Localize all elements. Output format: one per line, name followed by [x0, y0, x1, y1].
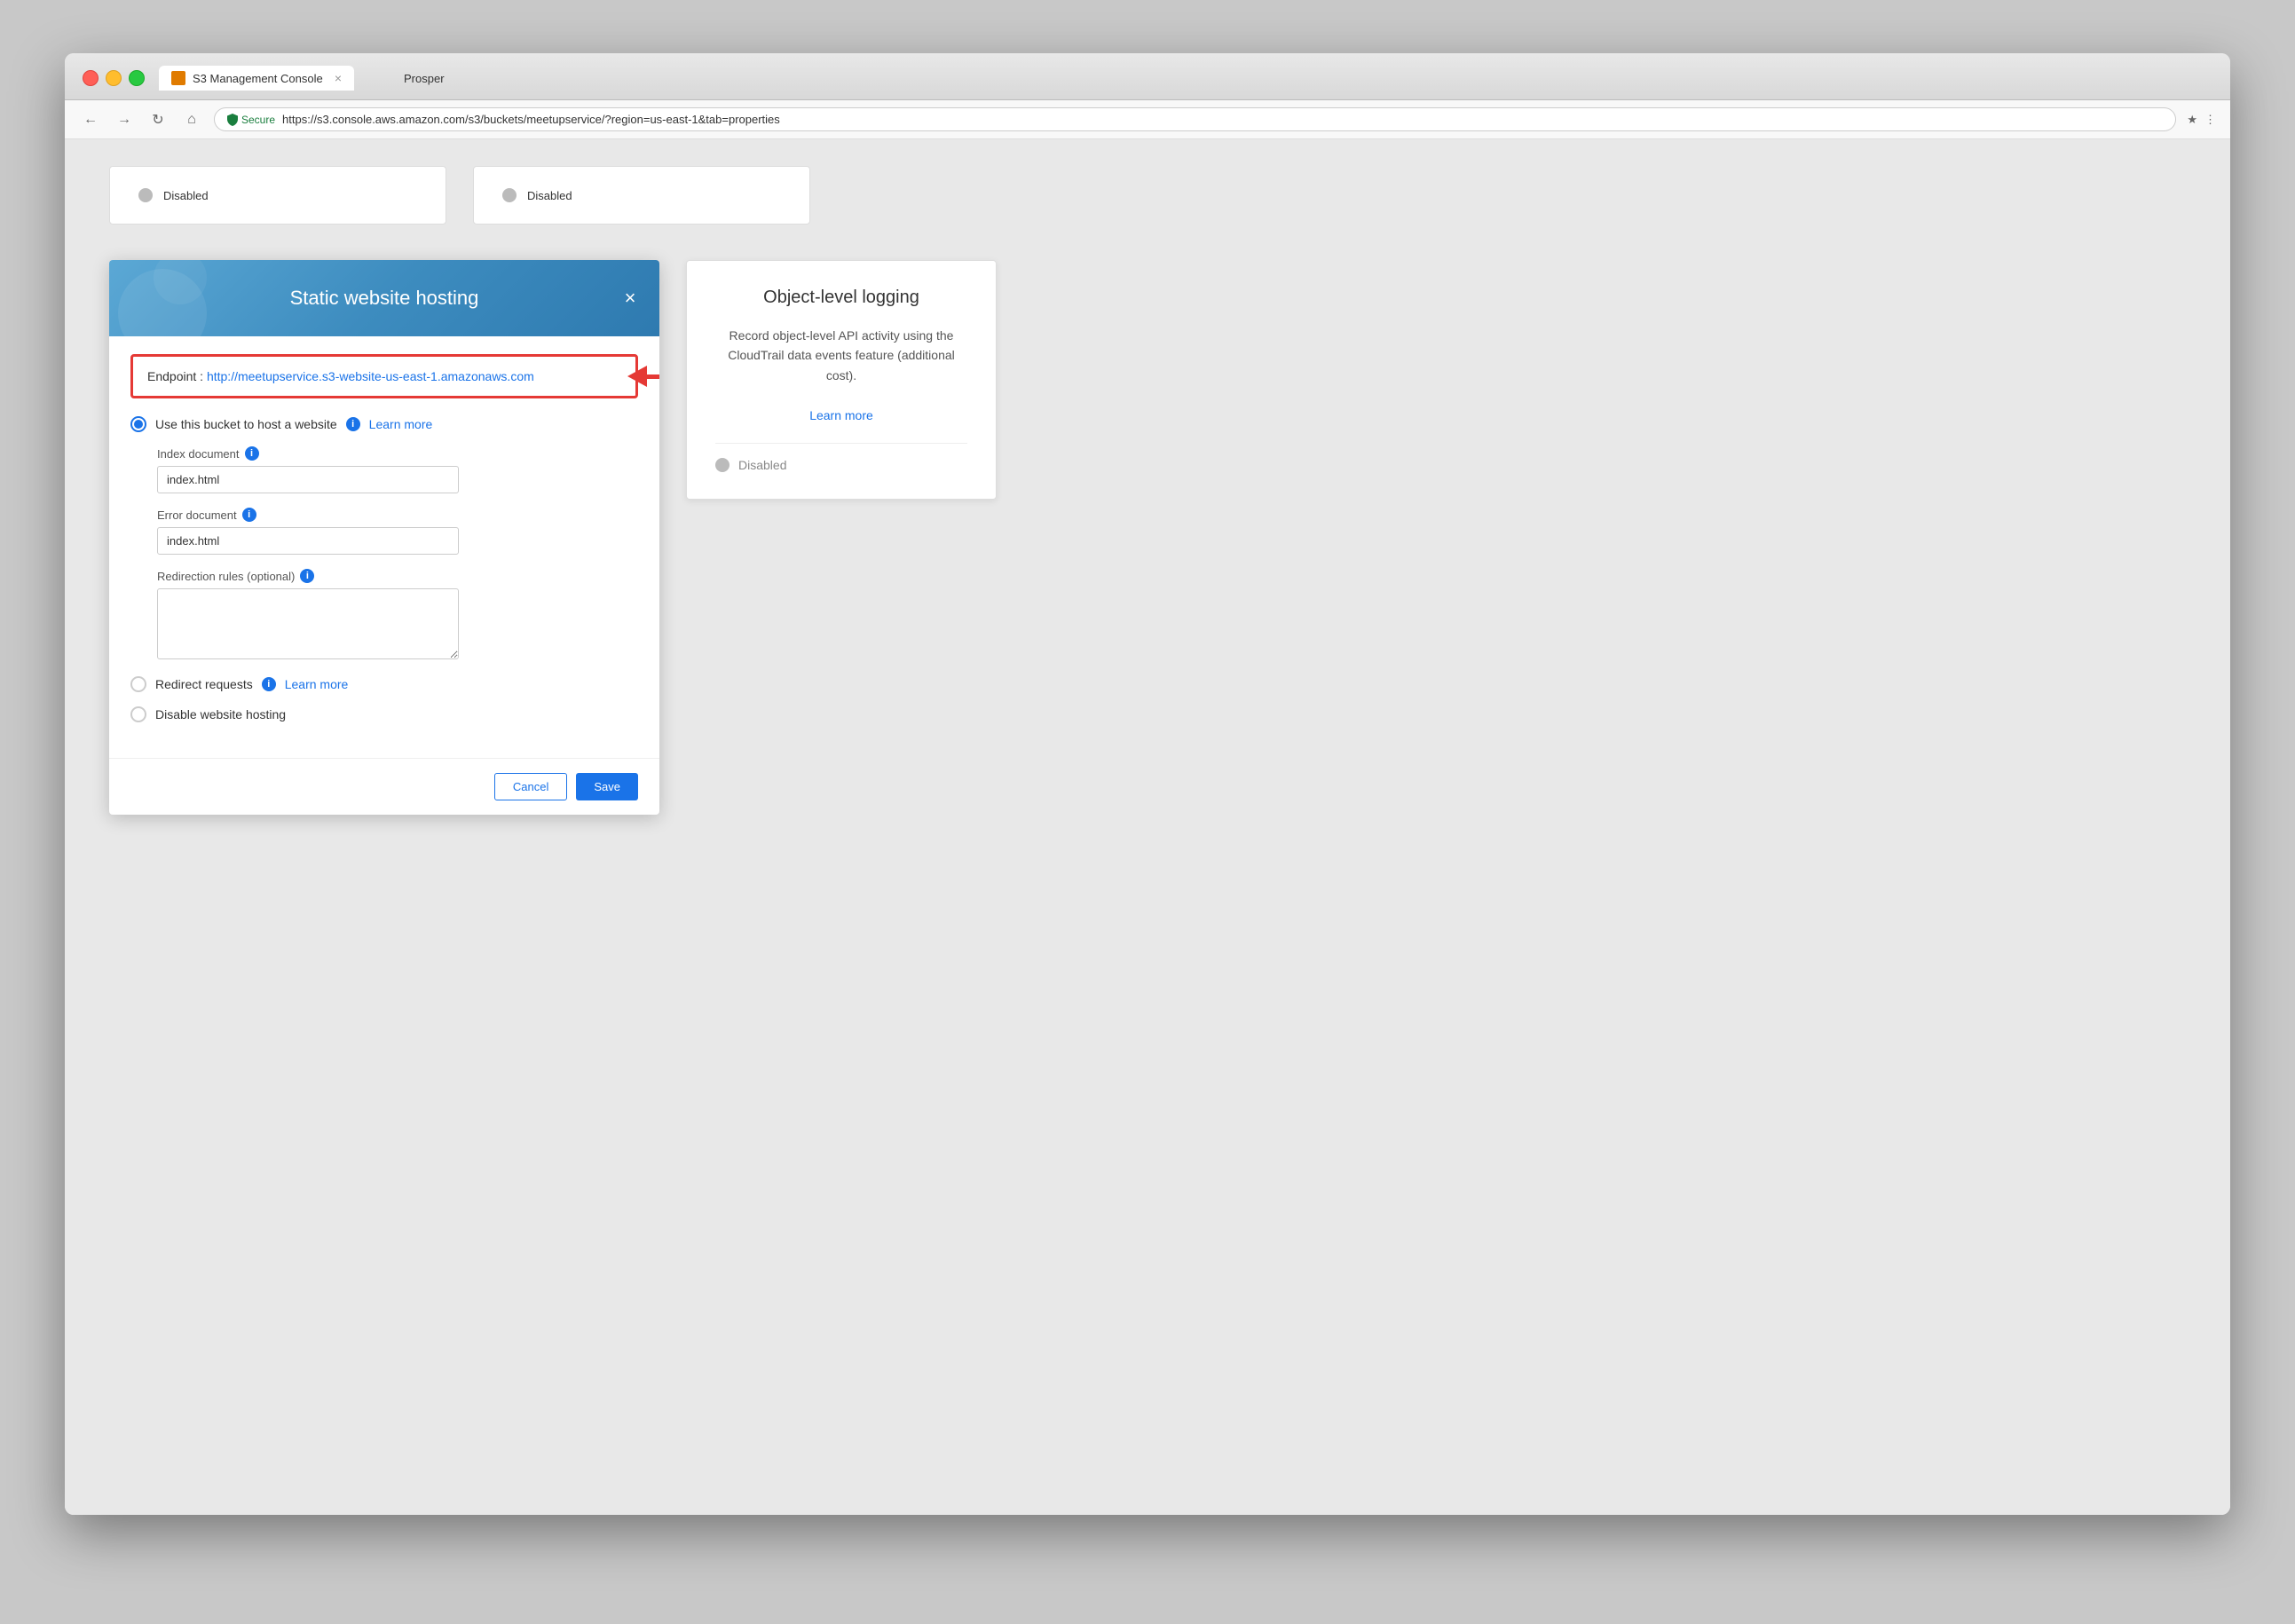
save-button[interactable]: Save — [576, 773, 638, 800]
user-name: Prosper — [404, 72, 445, 85]
disable-hosting-option[interactable]: Disable website hosting — [130, 706, 638, 722]
redirect-requests-info-icon[interactable]: i — [262, 677, 276, 691]
hosting-modal: Static website hosting × Endpoint : http… — [109, 260, 659, 815]
index-doc-field: Index document i — [130, 446, 638, 493]
arrow-annotation — [627, 366, 659, 387]
reload-button[interactable]: ↻ — [146, 108, 170, 131]
logging-card: Object-level logging Record object-level… — [686, 260, 997, 500]
disabled-label-2: Disabled — [527, 189, 572, 202]
disabled-card-1: Disabled — [109, 166, 446, 225]
error-doc-input[interactable] — [157, 527, 459, 555]
modal-body: Endpoint : http://meetupservice.s3-websi… — [109, 336, 659, 758]
redirect-rules-label: Redirection rules (optional) i — [157, 569, 638, 583]
redirect-rules-info-icon[interactable]: i — [300, 569, 314, 583]
redirect-rules-textarea[interactable] — [157, 588, 459, 659]
top-cards-row: Disabled Disabled — [109, 166, 2186, 225]
navigation-bar: ← → ↻ ⌂ Secure https://s3.console.aws.am… — [65, 100, 2230, 139]
endpoint-box: Endpoint : http://meetupservice.s3-websi… — [130, 354, 638, 398]
browser-tab[interactable]: S3 Management Console × — [159, 66, 354, 91]
error-doc-field: Error document i — [130, 508, 638, 555]
forward-button[interactable]: → — [113, 108, 136, 131]
endpoint-link[interactable]: http://meetupservice.s3-website-us-east-… — [207, 369, 534, 383]
home-button[interactable]: ⌂ — [180, 108, 203, 131]
browser-content: Disabled Disabled Static website hosting… — [65, 139, 2230, 1515]
error-doc-label: Error document i — [157, 508, 638, 522]
url-text: https://s3.console.aws.amazon.com/s3/buc… — [282, 113, 780, 126]
logging-learn-more-link[interactable]: Learn more — [809, 408, 873, 422]
redirect-requests-label: Redirect requests — [155, 677, 253, 691]
redirect-requests-radio[interactable] — [130, 676, 146, 692]
host-learn-more-link[interactable]: Learn more — [369, 417, 433, 431]
disabled-label-1: Disabled — [163, 189, 209, 202]
host-website-label: Use this bucket to host a website — [155, 417, 337, 431]
modal-footer: Cancel Save — [109, 758, 659, 815]
modal-title: Static website hosting — [290, 287, 479, 309]
error-doc-info-icon[interactable]: i — [242, 508, 256, 522]
index-doc-label: Index document i — [157, 446, 638, 461]
main-content: Static website hosting × Endpoint : http… — [109, 260, 2186, 815]
disable-hosting-radio[interactable] — [130, 706, 146, 722]
modal-close-button[interactable]: × — [617, 285, 643, 311]
disabled-dot-1 — [138, 188, 153, 202]
tab-close-icon[interactable]: × — [335, 71, 342, 85]
secure-badge: Secure — [227, 114, 275, 126]
cancel-button[interactable]: Cancel — [494, 773, 567, 800]
secure-text: Secure — [241, 114, 275, 126]
menu-icon[interactable]: ⋮ — [2204, 113, 2216, 127]
logging-card-title: Object-level logging — [715, 288, 967, 308]
disabled-card-2: Disabled — [473, 166, 810, 225]
tab-favicon — [171, 71, 185, 85]
maximize-button[interactable] — [129, 70, 145, 86]
redirect-requests-option[interactable]: Redirect requests i Learn more — [130, 676, 638, 692]
logging-disabled-row: Disabled — [715, 458, 967, 472]
close-button[interactable] — [83, 70, 99, 86]
traffic-lights — [83, 70, 145, 86]
logging-disabled-label: Disabled — [738, 458, 786, 472]
logging-divider — [715, 443, 967, 444]
minimize-button[interactable] — [106, 70, 122, 86]
redirect-learn-more-link[interactable]: Learn more — [285, 677, 349, 691]
endpoint-label: Endpoint : http://meetupservice.s3-websi… — [147, 369, 534, 383]
redirect-rules-field: Redirection rules (optional) i — [130, 569, 638, 662]
modal-header: Static website hosting × — [109, 260, 659, 336]
host-website-info-icon[interactable]: i — [346, 417, 360, 431]
nav-right: ★ ⋮ — [2187, 113, 2216, 127]
bookmark-icon[interactable]: ★ — [2187, 113, 2197, 127]
host-website-radio[interactable] — [130, 416, 146, 432]
index-doc-input[interactable] — [157, 466, 459, 493]
disabled-dot-2 — [502, 188, 517, 202]
host-website-option[interactable]: Use this bucket to host a website i Lear… — [130, 416, 638, 432]
logging-card-desc: Record object-level API activity using t… — [715, 326, 967, 425]
logging-disabled-dot — [715, 458, 730, 472]
tab-title: S3 Management Console — [193, 72, 323, 85]
address-bar[interactable]: Secure https://s3.console.aws.amazon.com… — [214, 107, 2176, 131]
index-doc-info-icon[interactable]: i — [245, 446, 259, 461]
back-button[interactable]: ← — [79, 108, 102, 131]
titlebar: S3 Management Console × Prosper — [65, 53, 2230, 100]
disable-hosting-label: Disable website hosting — [155, 707, 286, 721]
